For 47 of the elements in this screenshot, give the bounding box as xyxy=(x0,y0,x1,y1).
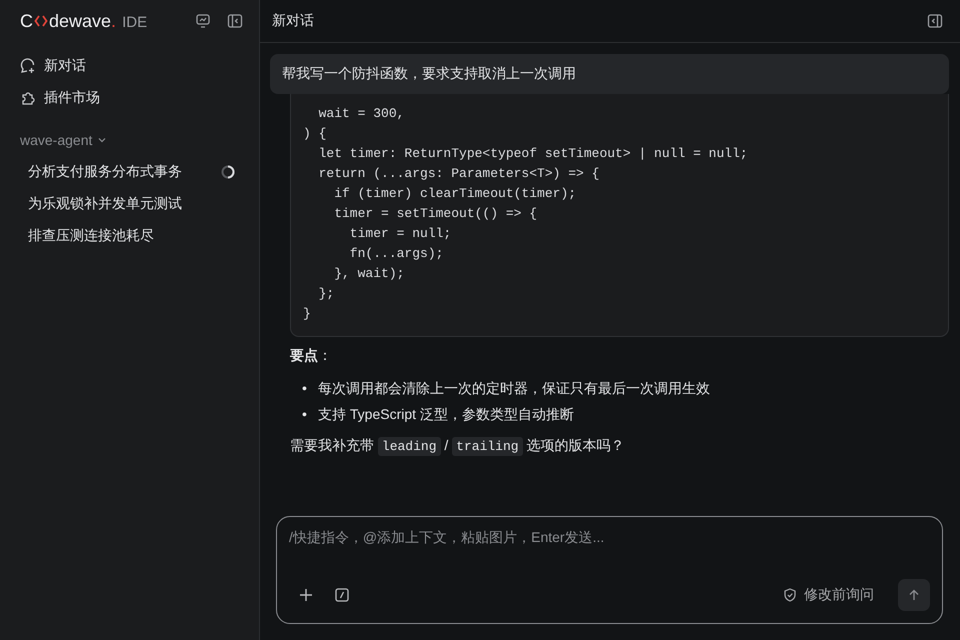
bullet: • xyxy=(302,405,308,424)
logo-mark-icon xyxy=(34,13,48,29)
logo-dot: . xyxy=(111,10,116,32)
question-text: 需要我补充带 leading / trailing 选项的版本吗？ xyxy=(290,437,626,455)
code-line: timer = setTimeout(() => { xyxy=(333,205,538,223)
logo-text: dewave xyxy=(49,10,112,32)
add-icon[interactable] xyxy=(299,588,313,602)
session-item[interactable]: 分析支付服务分布式事务 xyxy=(0,156,259,188)
code-line: if (timer) clearTimeout(timer); xyxy=(333,185,576,203)
code-line: wait = 300, xyxy=(318,105,404,123)
colon: ： xyxy=(318,347,332,363)
section-heading: 要点 xyxy=(290,347,318,363)
mode-selector[interactable]: 修改前询问 xyxy=(777,585,880,605)
monitor-icon[interactable] xyxy=(195,13,211,29)
bullet-text: 每次调用都会清除上一次的定时器，保证只有最后一次调用生效 xyxy=(318,379,710,398)
chat-add-icon xyxy=(20,58,36,74)
code-line: }; xyxy=(318,285,334,303)
bullet: • xyxy=(302,379,308,398)
logo-text: C xyxy=(20,10,33,32)
bullet-text: 支持 TypeScript 泛型，参数类型自动推断 xyxy=(318,405,574,424)
code-line: } xyxy=(303,305,311,323)
code-line: let timer: ReturnType<typeof setTimeout> | null = null; xyxy=(318,145,748,163)
user-message: 帮我写一个防抖函数，要求支持取消上一次调用 xyxy=(270,54,949,94)
page-title: 新对话 xyxy=(272,12,314,30)
code-line: fn(...args); xyxy=(348,245,444,263)
logo-suffix: IDE xyxy=(122,14,148,30)
group-toggle[interactable]: wave-agent xyxy=(0,124,259,156)
session-title: 分析支付服务分布式事务 xyxy=(28,163,182,181)
arrow-up-icon xyxy=(908,589,920,601)
code-line: ) { xyxy=(303,125,326,143)
slash-command-icon[interactable] xyxy=(335,588,349,602)
sidebar-collapse-icon[interactable] xyxy=(227,13,243,29)
send-button[interactable] xyxy=(898,579,930,611)
session-item[interactable]: 排查压测连接池耗尽 xyxy=(0,220,259,252)
shield-check-icon xyxy=(783,588,797,602)
code-line: timer = null; xyxy=(348,225,452,243)
panel-toggle-icon[interactable] xyxy=(927,13,943,29)
nav-item[interactable]: 新对话 xyxy=(0,50,259,82)
session-item[interactable]: 为乐观锁补并发单元测试 xyxy=(0,188,259,220)
code-line: return (...args: Parameters<T>) => { xyxy=(318,165,600,183)
session-title: 排查压测连接池耗尽 xyxy=(28,227,154,245)
code-line: }, wait); xyxy=(333,265,404,283)
chevron-icon xyxy=(97,135,108,145)
puzzle-icon xyxy=(20,90,36,106)
session-title: 为乐观锁补并发单元测试 xyxy=(28,195,182,213)
message-input[interactable]: /快捷指令，@添加上下文，粘贴图片，Enter发送... 修改前询问 xyxy=(276,516,943,624)
nav-item[interactable]: 插件市场 xyxy=(0,82,259,114)
